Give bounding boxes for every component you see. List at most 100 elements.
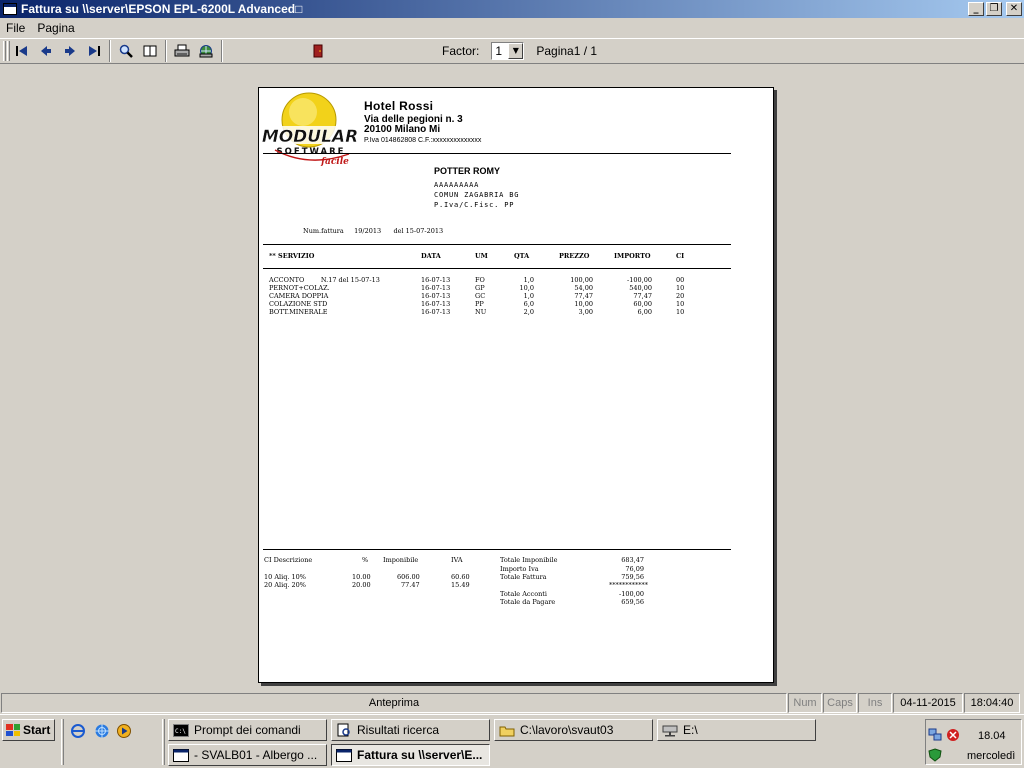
table-top-divider <box>263 244 731 245</box>
close-button[interactable]: ✕ <box>1006 2 1022 16</box>
task-fattura-preview[interactable]: Fattura su \\server\E... <box>331 744 490 766</box>
row-um: NU <box>475 308 487 316</box>
tray-day: mercoledì <box>967 750 1016 762</box>
system-tray: 18.04 mercoledì <box>925 719 1022 765</box>
first-page-button[interactable] <box>10 40 34 62</box>
exit-door-icon <box>313 44 323 58</box>
vat-row-iva: 15.49 <box>451 581 470 589</box>
total-value: 76,09 <box>625 565 644 573</box>
arrow-right-icon <box>65 46 75 56</box>
customer-line-1: AAAAAAAAA <box>434 181 480 189</box>
start-label: Start <box>23 723 51 737</box>
insert-indicator: Ins <box>858 693 892 713</box>
task-label: Risultati ricerca <box>357 723 440 737</box>
vat-row-imponibile: 606.00 <box>397 573 420 581</box>
row-ci: 10 <box>676 284 685 292</box>
toolbar-separator <box>109 40 111 62</box>
menu-file[interactable]: File <box>0 21 31 35</box>
logo-script-text: facile <box>320 157 349 167</box>
row-importo: 6,00 <box>637 308 652 316</box>
total-label: Totale Imponibile <box>500 556 558 564</box>
row-ci: 10 <box>676 308 685 316</box>
header-divider <box>263 153 731 154</box>
row-date: 16-07-13 <box>421 284 451 292</box>
start-button[interactable]: Start <box>2 719 55 741</box>
window-title: Fattura su \\server\EPSON EPL-6200L Adva… <box>21 2 303 16</box>
tray-clock[interactable]: 18.04 <box>978 730 1006 742</box>
internet-explorer-icon[interactable] <box>93 723 111 739</box>
col-data: DATA <box>421 252 441 260</box>
toolbar-separator <box>221 40 223 62</box>
factor-select[interactable]: 1 ▼ <box>491 42 525 60</box>
task-prompt-comandi[interactable]: C:\ Prompt dei comandi <box>168 719 327 741</box>
zoom-button[interactable] <box>114 40 138 62</box>
vat-row-desc: 10 Aliq. 10% <box>264 573 306 581</box>
row-um: GC <box>475 292 486 300</box>
row-description: BOTT.MINERALE <box>269 308 328 316</box>
security-alert-icon[interactable] <box>946 728 960 742</box>
row-ci: 00 <box>676 276 685 284</box>
search-results-icon <box>336 723 352 737</box>
app-window-icon <box>336 748 352 762</box>
status-text: Anteprima <box>1 693 787 713</box>
network-icon[interactable] <box>928 728 942 742</box>
preview-area[interactable]: MODULAR SOFTWARE facile Hotel Rossi Via … <box>0 65 1024 691</box>
two-pages-button[interactable] <box>138 40 162 62</box>
app-window-icon <box>173 748 189 762</box>
vat-col-desc: CI Descrizione <box>264 556 313 564</box>
toolbar: Factor: 1 ▼ Pagina1 / 1 <box>0 38 1024 64</box>
restore-button[interactable]: ❐ <box>986 2 1002 16</box>
footer-divider <box>263 549 731 550</box>
row-description: PERNOT+COLAZ. <box>269 284 330 292</box>
app-icon <box>3 3 17 15</box>
hotel-vat-number: P.Iva 014862808 C.F.:xxxxxxxxxxxxxx <box>364 137 482 144</box>
row-description: CAMERA DOPPIA <box>269 292 329 300</box>
task-drive-e[interactable]: E:\ <box>657 719 816 741</box>
ie-icon[interactable] <box>69 723 87 739</box>
row-importo: 77,47 <box>633 292 652 300</box>
task-svalb01-albergo[interactable]: - SVALB01 - Albergo ... <box>168 744 327 766</box>
toolbar-grip[interactable] <box>3 41 6 61</box>
factor-value: 1 <box>495 44 503 58</box>
toolbar-separator <box>165 40 167 62</box>
row-qta: 1,0 <box>523 292 534 300</box>
last-page-icon <box>89 46 100 56</box>
vat-col-iva: IVA <box>451 556 463 564</box>
book-icon <box>143 45 157 57</box>
taskbar: Start C:\ Prompt dei comandi Risultati r… <box>0 714 1024 768</box>
row-prezzo: 54,00 <box>574 284 593 292</box>
shield-icon[interactable] <box>928 748 942 762</box>
chevron-down-icon[interactable]: ▼ <box>508 43 524 59</box>
row-date: 16-07-13 <box>421 300 451 308</box>
caps-lock-indicator: Caps <box>823 693 857 713</box>
setup-button[interactable] <box>194 40 218 62</box>
taskbar-grip[interactable] <box>162 719 165 765</box>
media-player-icon[interactable] <box>115 723 133 739</box>
vat-row-iva: 60.60 <box>451 573 470 581</box>
minimize-button[interactable]: _ <box>968 2 984 16</box>
last-page-button[interactable] <box>82 40 106 62</box>
row-importo: 60,00 <box>633 300 652 308</box>
row-description: ACCONTO N.17 del 15-07-13 <box>269 276 380 284</box>
row-prezzo: 100,00 <box>570 276 593 284</box>
row-date: 16-07-13 <box>421 292 451 300</box>
task-risultati-ricerca[interactable]: Risultati ricerca <box>331 719 490 741</box>
previous-page-button[interactable] <box>34 40 58 62</box>
vat-row-desc: 20 Aliq. 20% <box>264 581 306 589</box>
page-indicator: Pagina1 / 1 <box>536 44 598 58</box>
next-page-button[interactable] <box>58 40 82 62</box>
row-qta: 1,0 <box>523 276 534 284</box>
task-folder-svaut03[interactable]: C:\lavoro\svaut03 <box>494 719 653 741</box>
total-label: Totale Acconti <box>500 590 547 598</box>
row-date: 16-07-13 <box>421 276 451 284</box>
exit-button[interactable] <box>306 40 330 62</box>
modular-software-logo: MODULAR SOFTWARE facile <box>262 92 358 167</box>
row-um: PP <box>475 300 484 308</box>
taskbar-grip[interactable] <box>61 719 64 765</box>
total-value: -100,00 <box>619 590 644 598</box>
print-button[interactable] <box>170 40 194 62</box>
menu-pagina[interactable]: Pagina <box>31 21 80 35</box>
task-label: C:\lavoro\svaut03 <box>520 723 614 737</box>
invoice-number-line: Num.fattura 19/2013 del 15-07-2013 <box>303 227 444 235</box>
task-label: E:\ <box>683 723 698 737</box>
